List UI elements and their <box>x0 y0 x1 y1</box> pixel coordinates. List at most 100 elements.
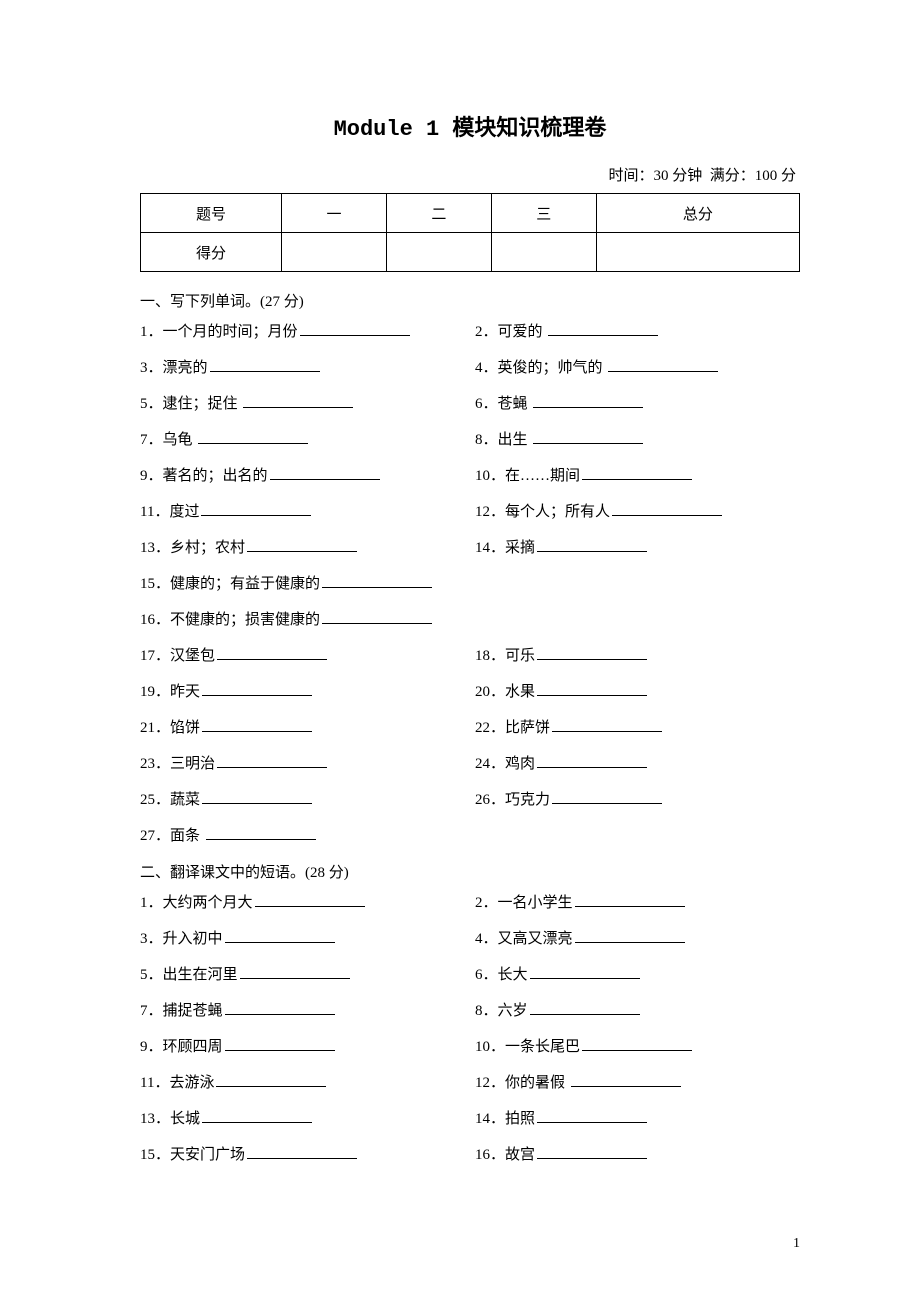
question-right <box>475 609 800 631</box>
table-cell[interactable] <box>282 233 387 272</box>
question-text: 不健康的；损害健康的 <box>170 612 320 628</box>
answer-blank[interactable] <box>217 753 327 768</box>
answer-blank[interactable] <box>255 892 365 907</box>
answer-blank[interactable] <box>210 357 320 372</box>
answer-blank[interactable] <box>225 928 335 943</box>
answer-blank[interactable] <box>575 928 685 943</box>
question-text: 每个人；所有人 <box>505 504 610 520</box>
question-number: 19． <box>140 682 170 703</box>
answer-blank[interactable] <box>225 1036 335 1051</box>
answer-blank[interactable] <box>198 429 308 444</box>
question-number: 4． <box>475 358 498 379</box>
answer-blank[interactable] <box>575 892 685 907</box>
answer-blank[interactable] <box>582 465 692 480</box>
answer-blank[interactable] <box>548 321 658 336</box>
question-text: 环顾四周 <box>163 1039 223 1055</box>
question-text: 长大 <box>498 967 528 983</box>
question-right: 18．可乐 <box>475 645 800 667</box>
question-text: 故宫 <box>505 1147 535 1163</box>
answer-blank[interactable] <box>530 1000 640 1015</box>
table-cell: 题号 <box>141 194 282 233</box>
question-right: 4．英俊的；帅气的 <box>475 357 800 379</box>
question-number: 21． <box>140 718 170 739</box>
answer-blank[interactable] <box>270 465 380 480</box>
question-text: 蔬菜 <box>170 792 200 808</box>
answer-blank[interactable] <box>537 1108 647 1123</box>
question-row: 9．环顾四周10．一条长尾巴 <box>140 1036 800 1058</box>
question-number: 15． <box>140 574 170 595</box>
answer-blank[interactable] <box>582 1036 692 1051</box>
question-row: 25．蔬菜26．巧克力 <box>140 789 800 811</box>
answer-blank[interactable] <box>225 1000 335 1015</box>
answer-blank[interactable] <box>300 321 410 336</box>
answer-blank[interactable] <box>322 609 432 624</box>
answer-blank[interactable] <box>247 1144 357 1159</box>
question-number: 14． <box>475 1109 505 1130</box>
answer-blank[interactable] <box>537 753 647 768</box>
answer-blank[interactable] <box>216 1072 326 1087</box>
question-text: 大约两个月大 <box>163 895 253 911</box>
full-label: 满分： <box>710 168 755 184</box>
answer-blank[interactable] <box>202 681 312 696</box>
answer-blank[interactable] <box>240 964 350 979</box>
question-text: 鸡肉 <box>505 756 535 772</box>
answer-blank[interactable] <box>537 1144 647 1159</box>
question-row: 7．捕捉苍蝇8．六岁 <box>140 1000 800 1022</box>
answer-blank[interactable] <box>612 501 722 516</box>
question-right: 4．又高又漂亮 <box>475 928 800 950</box>
question-right: 10．在……期间 <box>475 465 800 487</box>
question-text: 水果 <box>505 684 535 700</box>
answer-blank[interactable] <box>608 357 718 372</box>
question-number: 1． <box>140 893 163 914</box>
question-number: 2． <box>475 322 498 343</box>
question-text: 昨天 <box>170 684 200 700</box>
question-left: 19．昨天 <box>140 681 475 703</box>
table-cell: 总分 <box>596 194 799 233</box>
question-number: 7． <box>140 430 163 451</box>
table-cell[interactable] <box>386 233 491 272</box>
answer-blank[interactable] <box>530 964 640 979</box>
answer-blank[interactable] <box>243 393 353 408</box>
question-text: 可爱的 <box>498 324 547 340</box>
question-row: 11．度过12．每个人；所有人 <box>140 501 800 523</box>
question-text: 面条 <box>170 828 204 844</box>
answer-blank[interactable] <box>201 501 311 516</box>
answer-blank[interactable] <box>537 537 647 552</box>
answer-blank[interactable] <box>571 1072 681 1087</box>
question-row: 3．升入初中4．又高又漂亮 <box>140 928 800 950</box>
question-number: 16． <box>140 610 170 631</box>
table-cell[interactable] <box>596 233 799 272</box>
question-row: 23．三明治24．鸡肉 <box>140 753 800 775</box>
question-text: 比萨饼 <box>505 720 550 736</box>
question-row: 13．乡村；农村14．采摘 <box>140 537 800 559</box>
question-row: 5．出生在河里6．长大 <box>140 964 800 986</box>
question-text: 三明治 <box>170 756 215 772</box>
question-number: 25． <box>140 790 170 811</box>
answer-blank[interactable] <box>217 645 327 660</box>
question-number: 11． <box>140 1073 169 1094</box>
question-number: 15． <box>140 1145 170 1166</box>
question-text: 乡村；农村 <box>170 540 245 556</box>
question-row: 17．汉堡包18．可乐 <box>140 645 800 667</box>
answer-blank[interactable] <box>322 573 432 588</box>
answer-blank[interactable] <box>533 393 643 408</box>
question-number: 22． <box>475 718 505 739</box>
answer-blank[interactable] <box>202 789 312 804</box>
question-left: 1．大约两个月大 <box>140 892 475 914</box>
answer-blank[interactable] <box>206 825 316 840</box>
table-cell: 三 <box>491 194 596 233</box>
answer-blank[interactable] <box>202 717 312 732</box>
answer-blank[interactable] <box>552 717 662 732</box>
question-number: 14． <box>475 538 505 559</box>
answer-blank[interactable] <box>537 645 647 660</box>
answer-blank[interactable] <box>537 681 647 696</box>
answer-blank[interactable] <box>552 789 662 804</box>
question-number: 27． <box>140 826 170 847</box>
table-cell[interactable] <box>491 233 596 272</box>
question-text: 捕捉苍蝇 <box>163 1003 223 1019</box>
answer-blank[interactable] <box>533 429 643 444</box>
question-left: 15．健康的；有益于健康的 <box>140 573 475 595</box>
question-text: 一个月的时间；月份 <box>163 324 298 340</box>
answer-blank[interactable] <box>202 1108 312 1123</box>
answer-blank[interactable] <box>247 537 357 552</box>
